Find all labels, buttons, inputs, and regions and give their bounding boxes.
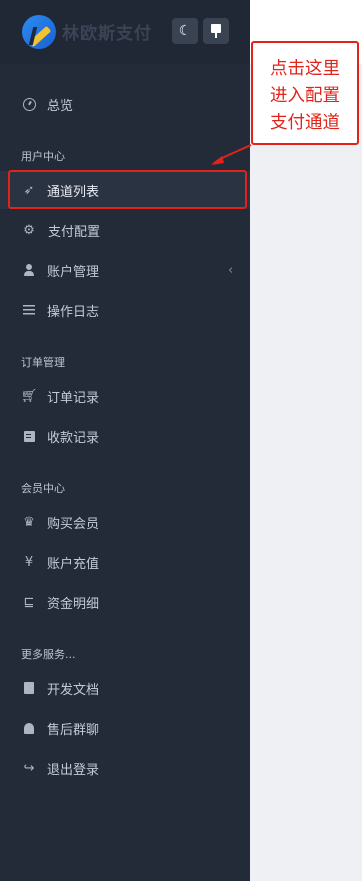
annotation-arrow xyxy=(211,144,252,165)
